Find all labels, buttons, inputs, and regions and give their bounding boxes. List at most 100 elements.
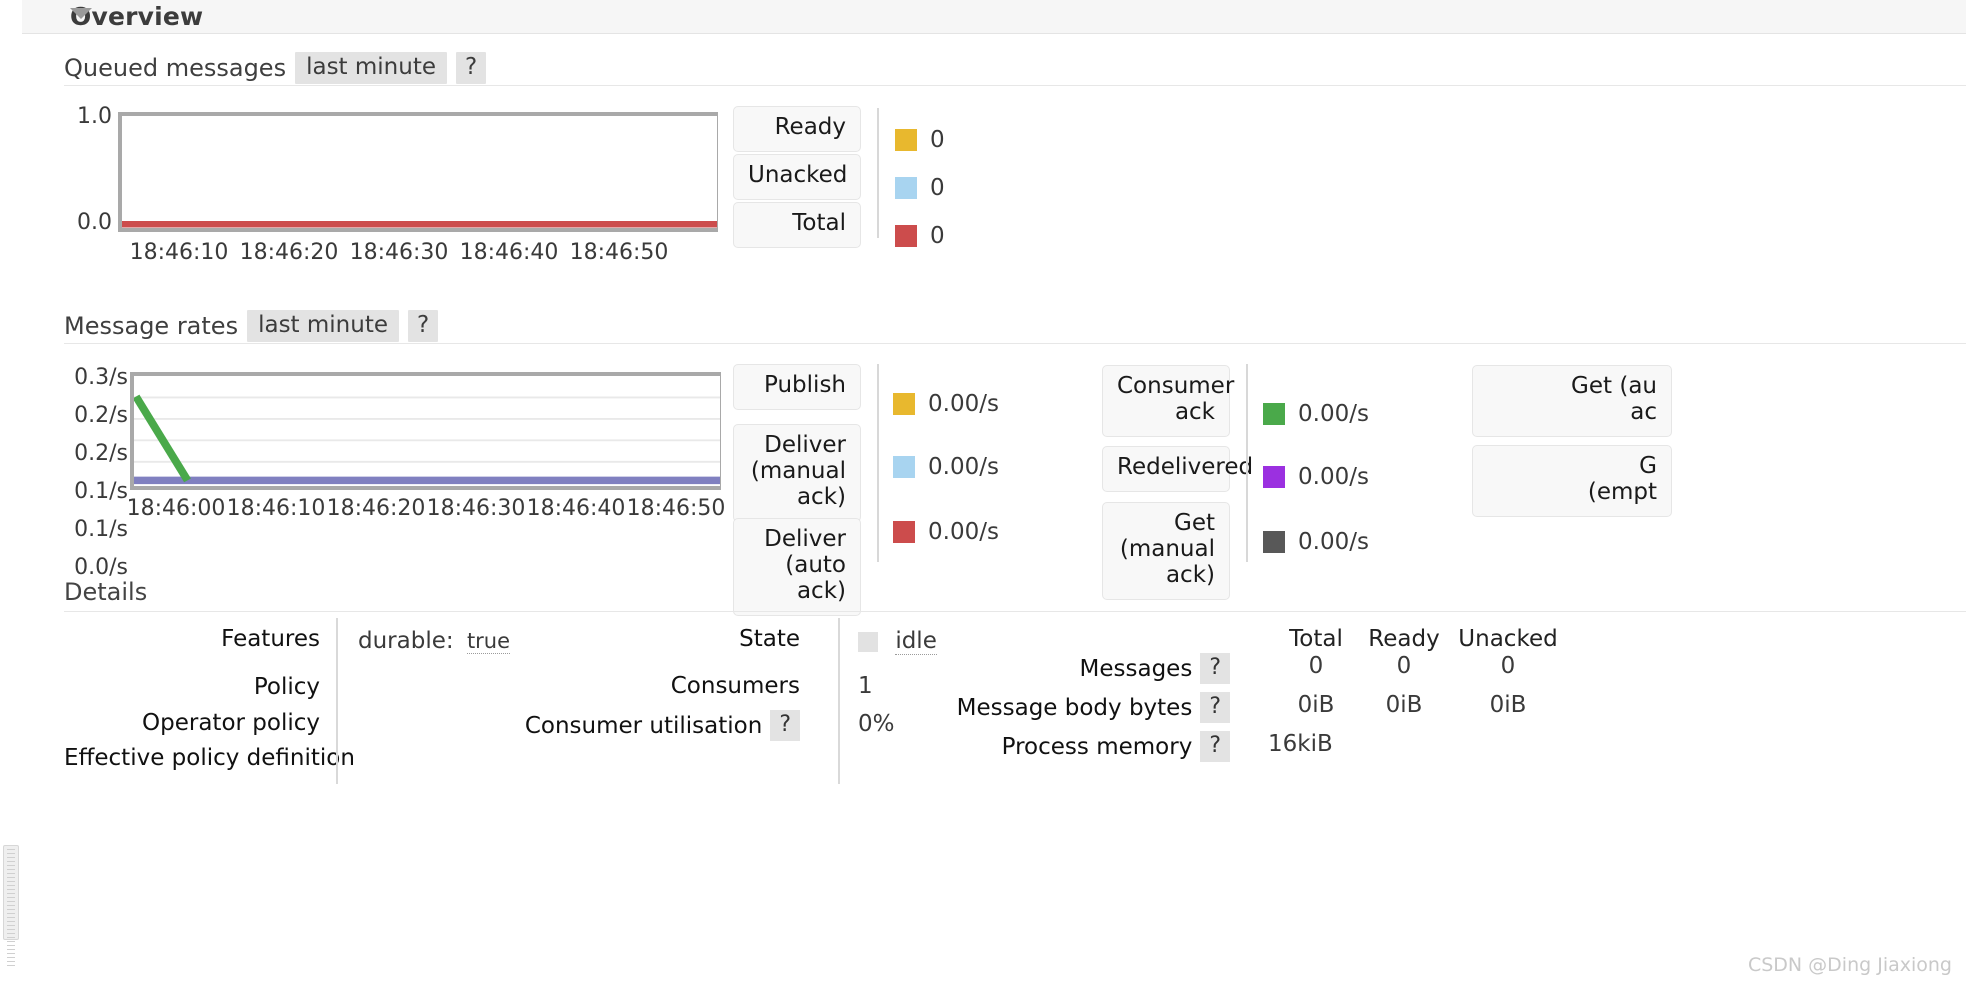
swatch-deliver-auto-ack-icon bbox=[893, 521, 915, 543]
message-rates-legend-divider-1 bbox=[877, 364, 879, 562]
legend-button-unacked[interactable]: Unacked bbox=[733, 154, 861, 200]
detail-label-features: Features bbox=[221, 626, 320, 652]
y-tick: 0.1/s bbox=[74, 479, 128, 504]
page-scrollbar[interactable] bbox=[0, 0, 22, 986]
message-rates-legend-buttons-3: Get (au ac G (empt bbox=[1472, 365, 1672, 524]
detail-label-effective-policy-definition: Effective policy definition bbox=[64, 745, 355, 771]
messages-help-icon[interactable]: ? bbox=[1200, 653, 1230, 684]
x-tick: 18:46:10 bbox=[129, 240, 229, 265]
triangle-down-icon[interactable] bbox=[70, 8, 92, 19]
queued-messages-title: Queued messages last minute ? bbox=[64, 51, 1966, 86]
message-rates-title: Message rates last minute ? bbox=[64, 309, 1966, 344]
message-rates-legend-divider-2 bbox=[1246, 364, 1248, 562]
detail-value-consumer-utilisation: 0% bbox=[858, 711, 895, 737]
state-value: idle bbox=[895, 628, 937, 655]
stat-messages-unacked: 0 bbox=[1500, 653, 1516, 679]
y-tick: 0.3/s bbox=[74, 365, 128, 390]
detail-label-messages: Messages bbox=[1079, 655, 1193, 682]
message-rates-help-icon[interactable]: ? bbox=[408, 309, 439, 342]
queued-messages-plot-area bbox=[118, 112, 718, 232]
details-divider-1 bbox=[336, 618, 338, 784]
message-rates-x-axis: 18:46:00 18:46:10 18:46:20 18:46:30 18:4… bbox=[126, 496, 726, 521]
detail-label-process-memory: Process memory bbox=[1001, 733, 1193, 760]
stat-messages-total: 0 bbox=[1308, 653, 1324, 679]
queued-messages-help-icon[interactable]: ? bbox=[456, 51, 487, 84]
y-tick: 0.2/s bbox=[74, 403, 128, 428]
details-title: Details bbox=[64, 578, 1966, 612]
legend-button-total[interactable]: Total bbox=[733, 202, 861, 248]
legend-button-get-empty[interactable]: G (empt bbox=[1472, 445, 1672, 517]
value-redelivered: 0.00/s bbox=[1298, 463, 1369, 490]
x-tick: 18:46:20 bbox=[239, 240, 339, 265]
message-rates-legend-buttons-1: Publish Deliver (manual ack) Deliver (au… bbox=[733, 364, 861, 616]
y-tick: 0.2/s bbox=[74, 441, 128, 466]
swatch-consumer-ack-icon bbox=[1263, 403, 1285, 425]
legend-button-ready[interactable]: Ready bbox=[733, 106, 861, 152]
value-total: 0 bbox=[930, 223, 945, 249]
x-tick: 18:46:30 bbox=[349, 240, 449, 265]
detail-value-state: idle bbox=[858, 628, 937, 655]
x-tick: 18:46:40 bbox=[459, 240, 559, 265]
message-rates-legend-buttons-2: Consumer ack Redelivered Get (manual ack… bbox=[1102, 365, 1253, 608]
detail-label-message-body-bytes: Message body bytes bbox=[956, 694, 1193, 721]
swatch-deliver-manual-ack-icon bbox=[893, 455, 915, 478]
message-rates-label: Message rates bbox=[64, 311, 239, 340]
stat-process-memory-total: 16kiB bbox=[1268, 731, 1333, 757]
value-deliver-manual-ack: 0.00/s bbox=[928, 453, 999, 480]
details-divider-2 bbox=[838, 618, 840, 784]
value-publish: 0.00/s bbox=[928, 391, 999, 417]
detail-label-consumers: Consumers bbox=[670, 673, 800, 699]
detail-label-state: State bbox=[739, 626, 800, 652]
detail-value-consumers: 1 bbox=[858, 673, 873, 699]
legend-button-redelivered[interactable]: Redelivered bbox=[1102, 446, 1253, 492]
swatch-redelivered-icon bbox=[1263, 465, 1285, 488]
detail-label-consumer-utilisation: Consumer utilisation bbox=[524, 712, 763, 739]
consumer-ack-series-line bbox=[134, 394, 191, 483]
y-tick: 0.1/s bbox=[74, 517, 128, 542]
scrollbar-thumb[interactable] bbox=[3, 845, 19, 966]
state-indicator-icon bbox=[858, 631, 878, 652]
x-tick: 18:46:40 bbox=[526, 496, 626, 521]
swatch-publish-icon bbox=[893, 393, 915, 415]
message-rates-period-chip[interactable]: last minute bbox=[247, 309, 399, 342]
value-deliver-auto-ack: 0.00/s bbox=[928, 519, 999, 545]
detail-label-policy: Policy bbox=[253, 674, 320, 700]
x-tick: 18:46:50 bbox=[569, 240, 669, 265]
message-rates-svg bbox=[134, 394, 720, 485]
detail-value-features: durable: true bbox=[358, 628, 511, 654]
x-tick: 18:46:10 bbox=[226, 496, 326, 521]
legend-button-publish[interactable]: Publish bbox=[733, 364, 861, 410]
legend-button-consumer-ack[interactable]: Consumer ack bbox=[1102, 365, 1234, 437]
overview-section-header[interactable]: Overview bbox=[22, 0, 1966, 34]
detail-label-consumer-utilisation-row: Consumer utilisation ? bbox=[525, 710, 800, 741]
detail-label-message-body-bytes-row: Message body bytes ? bbox=[900, 692, 1230, 723]
process-memory-help-icon[interactable]: ? bbox=[1200, 731, 1230, 762]
x-tick: 18:46:20 bbox=[326, 496, 426, 521]
queue-overview-page: Overview Queued messages last minute ? 1… bbox=[0, 0, 1966, 986]
queued-messages-y-axis: 1.0 0.0 bbox=[64, 106, 112, 234]
detail-label-operator-policy: Operator policy bbox=[142, 710, 320, 736]
detail-label-process-memory-row: Process memory ? bbox=[900, 731, 1230, 762]
feature-key: durable: bbox=[358, 628, 454, 654]
queued-messages-svg bbox=[122, 221, 717, 228]
message-body-bytes-help-icon[interactable]: ? bbox=[1200, 692, 1230, 723]
x-tick: 18:46:50 bbox=[626, 496, 726, 521]
stat-message-body-bytes-ready: 0iB bbox=[1385, 692, 1423, 718]
stats-column-header-total: Total bbox=[1289, 626, 1343, 652]
consumer-utilisation-help-icon[interactable]: ? bbox=[770, 710, 800, 741]
stats-column-header-ready: Ready bbox=[1368, 626, 1440, 652]
stats-column-header-unacked: Unacked bbox=[1458, 626, 1558, 652]
stat-message-body-bytes-total: 0iB bbox=[1297, 692, 1335, 718]
stat-message-body-bytes-unacked: 0iB bbox=[1489, 692, 1527, 718]
swatch-get-manual-ack-icon bbox=[1263, 531, 1285, 553]
queued-messages-legend-buttons: Ready Unacked Total bbox=[733, 106, 861, 254]
queued-messages-legend-values: 0 0 0 bbox=[895, 116, 945, 260]
legend-button-deliver-manual-ack[interactable]: Deliver (manual ack) bbox=[733, 424, 861, 522]
y-tick: 1.0 bbox=[77, 104, 112, 129]
y-tick: 0.0 bbox=[77, 210, 112, 235]
queued-messages-period-chip[interactable]: last minute bbox=[295, 51, 447, 84]
legend-button-get-auto-ack[interactable]: Get (au ac bbox=[1472, 365, 1672, 437]
message-rates-plot-area bbox=[130, 372, 721, 490]
stat-messages-ready: 0 bbox=[1396, 653, 1412, 679]
message-rates-legend-values-1: 0.00/s 0.00/s 0.00/s bbox=[893, 375, 999, 564]
